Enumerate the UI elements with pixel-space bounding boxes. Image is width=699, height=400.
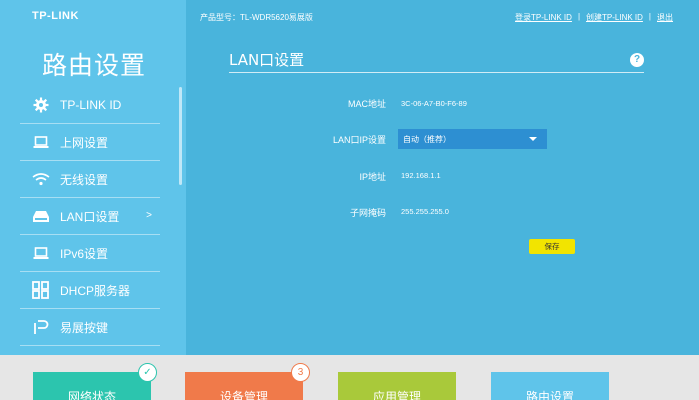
page-title: LAN口设置 bbox=[229, 51, 305, 69]
tab-label: 应用管理 bbox=[372, 390, 421, 400]
laptop-icon bbox=[30, 133, 52, 151]
dhcp-icon bbox=[30, 281, 52, 299]
sidebar-menu: TP-LINK ID 上网设置 无线设置 LAN口设置 > IPv6设置 DHC… bbox=[20, 87, 160, 346]
sidebar-title: 路由设置 bbox=[42, 51, 147, 80]
tab-app-management[interactable]: 应用管理 bbox=[338, 372, 456, 400]
subnet-mask-label: 子网掩码 bbox=[349, 208, 386, 218]
save-button[interactable]: 保存 bbox=[529, 239, 575, 254]
chevron-right-icon: > bbox=[146, 210, 152, 221]
sidebar-item-dhcp[interactable]: DHCP服务器 bbox=[20, 272, 160, 309]
laptop-icon bbox=[30, 244, 52, 262]
lan-ip-setting-select[interactable]: 自动（推荐） bbox=[398, 129, 547, 149]
tab-label: 设备管理 bbox=[219, 390, 268, 400]
caret-down-icon bbox=[529, 137, 537, 141]
router-icon bbox=[30, 207, 52, 225]
mac-label: MAC地址 bbox=[348, 99, 386, 109]
sidebar-item-label: 上网设置 bbox=[60, 135, 109, 150]
product-model: 产品型号：TL-WDR5620易展版 bbox=[200, 13, 313, 22]
sidebar: TP-LINK 路由设置 TP-LINK ID 上网设置 无线设置 LAN口设置 bbox=[0, 0, 186, 355]
sidebar-item-label: TP-LINK ID bbox=[60, 98, 122, 112]
sidebar-item-label: LAN口设置 bbox=[60, 209, 120, 224]
check-icon: ✓ bbox=[138, 363, 157, 382]
tp-link-logo: TP-LINK bbox=[32, 10, 79, 22]
subnet-mask-value: 255.255.255.0 bbox=[401, 207, 449, 216]
header-links: 登录TP-LINK ID | 创建TP-LINK ID | 退出 bbox=[515, 12, 673, 23]
sidebar-item-easy-button[interactable]: 易展按键 bbox=[20, 309, 160, 346]
active-tab-pointer bbox=[543, 348, 557, 355]
tab-router-settings[interactable]: 路由设置 bbox=[491, 372, 609, 400]
tab-label: 网络状态 bbox=[67, 390, 116, 400]
login-tplink-id-link[interactable]: 登录TP-LINK ID bbox=[515, 12, 572, 23]
wifi-icon bbox=[30, 170, 52, 188]
gear-icon bbox=[30, 96, 52, 114]
create-tplink-id-link[interactable]: 创建TP-LINK ID bbox=[586, 12, 643, 23]
sidebar-item-label: 易展按键 bbox=[60, 320, 109, 335]
sidebar-item-label: DHCP服务器 bbox=[60, 283, 131, 298]
main-content: LAN口设置 ? MAC地址 3C-06-A7-B0-F6-89 LAN口IP设… bbox=[186, 34, 699, 355]
sidebar-item-wireless[interactable]: 无线设置 bbox=[20, 161, 160, 198]
tab-device-management[interactable]: 设备管理 bbox=[185, 372, 303, 400]
mac-value: 3C-06-A7-B0-F6-89 bbox=[401, 99, 467, 108]
sidebar-item-label: 无线设置 bbox=[60, 172, 109, 187]
sidebar-item-label: IPv6设置 bbox=[60, 246, 109, 261]
ip-value: 192.168.1.1 bbox=[401, 171, 441, 180]
tab-label: 路由设置 bbox=[525, 390, 574, 400]
separator: | bbox=[577, 12, 581, 21]
sidebar-item-lan[interactable]: LAN口设置 > bbox=[20, 198, 160, 235]
select-value: 自动（推荐） bbox=[403, 134, 451, 144]
separator: | bbox=[648, 12, 651, 21]
sidebar-item-tplink-id[interactable]: TP-LINK ID bbox=[20, 87, 160, 124]
easy-button-icon bbox=[30, 318, 52, 336]
title-divider bbox=[229, 72, 644, 73]
help-icon[interactable]: ? bbox=[630, 53, 644, 67]
sidebar-item-internet[interactable]: 上网设置 bbox=[20, 124, 160, 161]
ip-label: IP地址 bbox=[359, 172, 386, 182]
logout-link[interactable]: 退出 bbox=[657, 12, 673, 23]
lan-ip-setting-label: LAN口IP设置 bbox=[332, 135, 386, 145]
sidebar-item-ipv6[interactable]: IPv6设置 bbox=[20, 235, 160, 272]
device-count-badge: 3 bbox=[291, 363, 310, 382]
sidebar-scrollbar[interactable] bbox=[179, 87, 182, 185]
tab-network-status[interactable]: 网络状态 bbox=[33, 372, 151, 400]
